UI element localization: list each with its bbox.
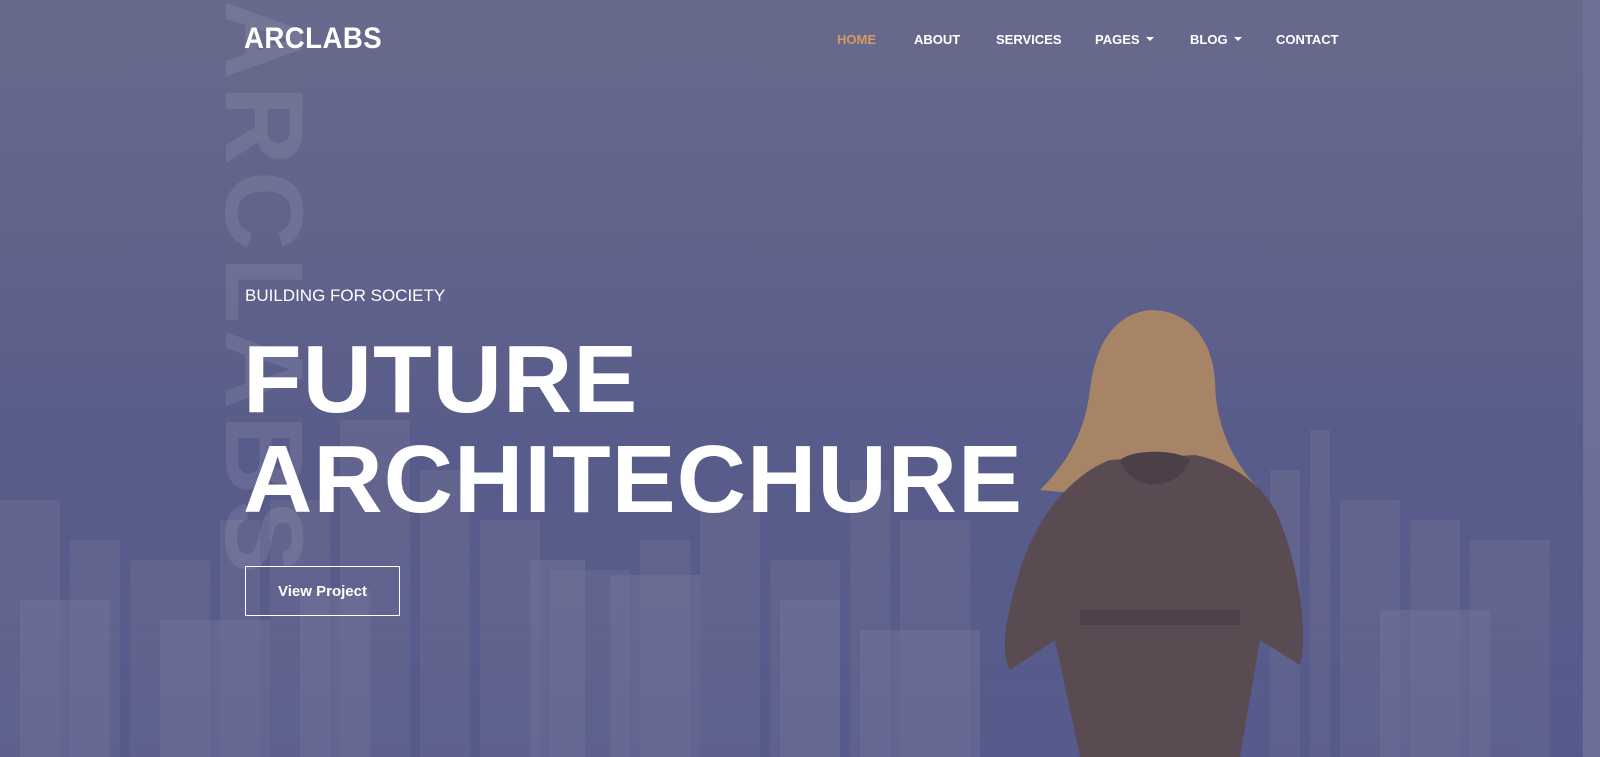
nav-item-label: SERVICES [996,32,1062,47]
view-project-button[interactable]: View Project [245,566,400,616]
woman-figure-image [1004,310,1304,757]
nav-item-label: PAGES [1095,32,1140,47]
hero-section: ARCLABS ARCLABS HOME ABOUT SERVICES PAGE… [0,0,1600,757]
nav-item-label: CONTACT [1276,32,1339,47]
nav-item-contact[interactable]: CONTACT [1276,32,1339,47]
hero-headline-line-2: ARCHITECHURE [243,426,1023,533]
nav-item-about[interactable]: ABOUT [914,32,960,47]
nav-item-services[interactable]: SERVICES [996,32,1062,47]
nav-item-blog[interactable]: BLOG [1190,32,1242,47]
chevron-down-icon [1233,37,1242,41]
hero-headline: FUTURE ARCHITECHURE [243,330,1023,530]
page-edge-strip [1583,0,1600,757]
hero-headline-line-1: FUTURE [243,326,639,433]
nav-item-label: HOME [837,32,876,47]
nav-item-label: BLOG [1190,32,1228,47]
nav-item-home[interactable]: HOME [837,32,876,47]
brand-logo[interactable]: ARCLABS [244,22,382,56]
nav-item-label: ABOUT [914,32,961,47]
nav-item-pages[interactable]: PAGES [1095,32,1154,47]
chevron-down-icon [1145,37,1154,41]
hero-eyebrow: BUILDING FOR SOCIETY [245,286,446,305]
